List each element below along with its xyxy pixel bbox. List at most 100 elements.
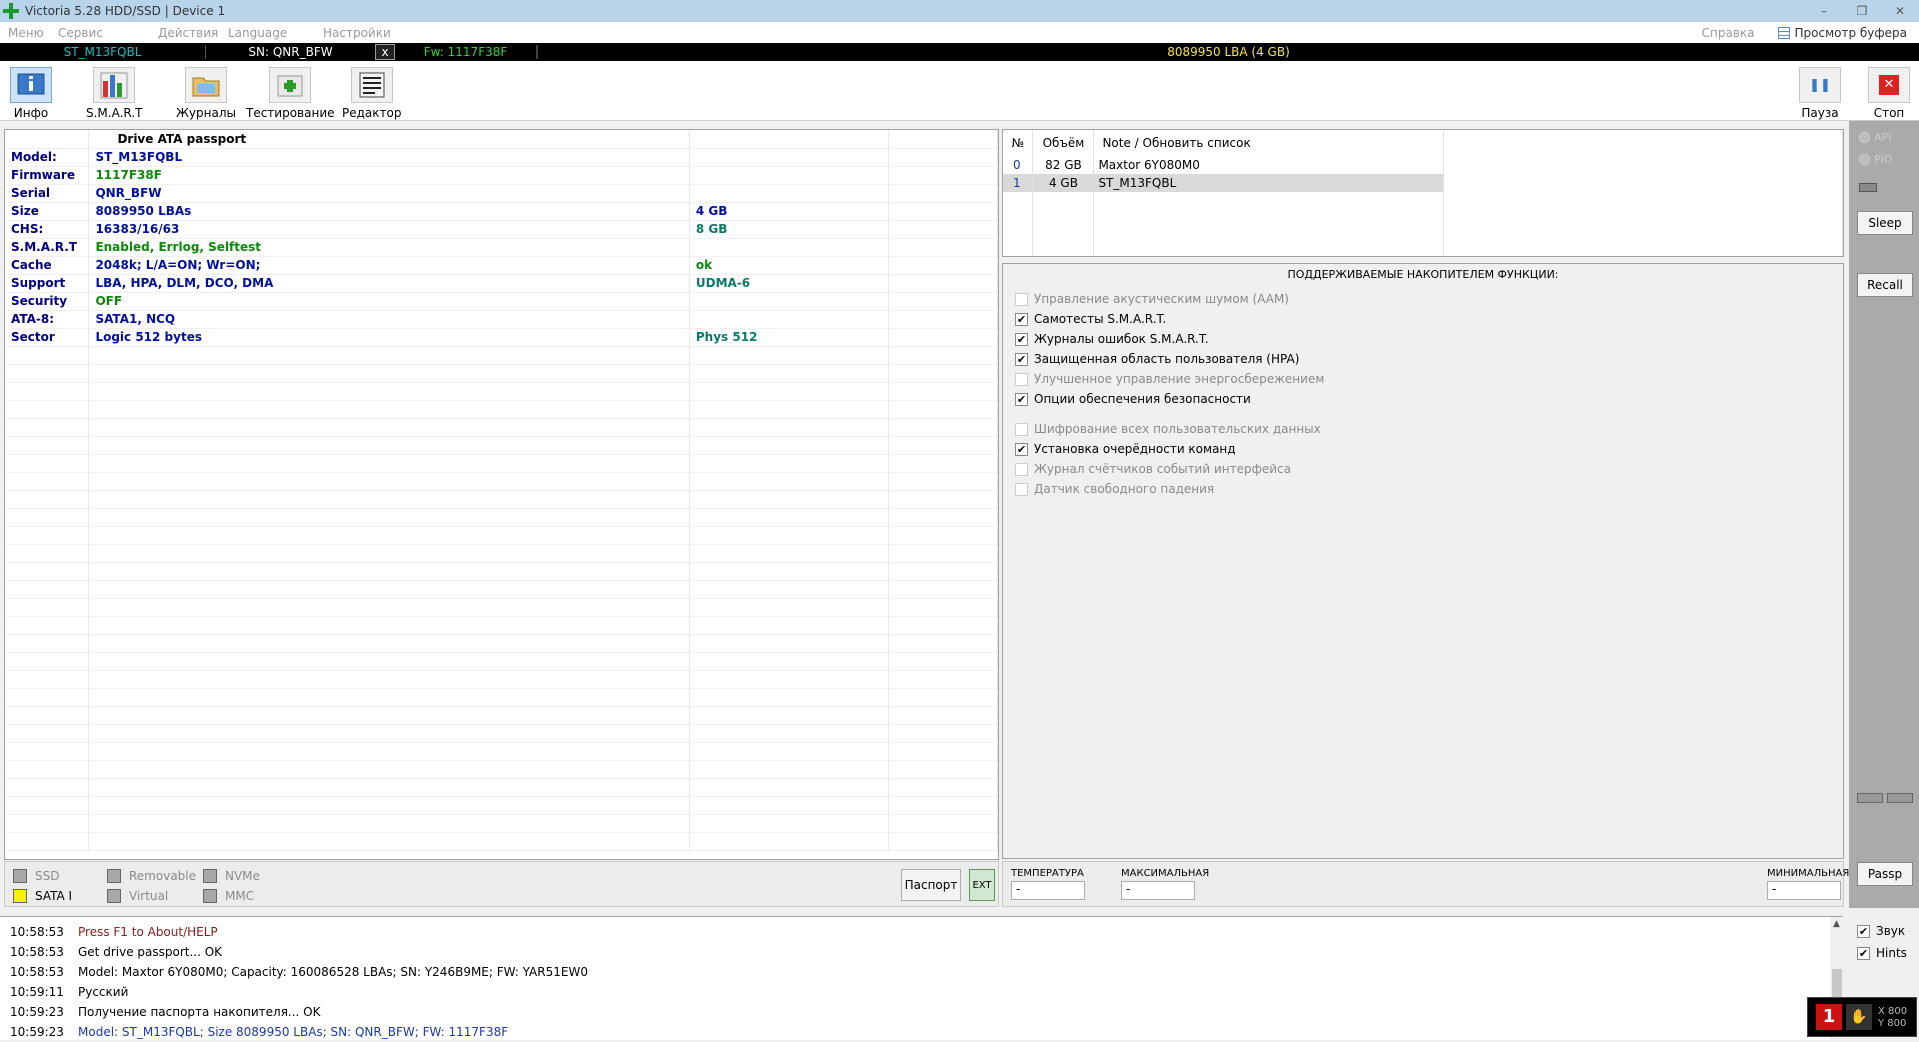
- menu-item-language[interactable]: Language: [220, 26, 315, 40]
- passport-button[interactable]: Паспорт: [901, 869, 961, 901]
- function-checkbox[interactable]: ✔ Журналы ошибок S.M.A.R.T.: [1003, 329, 1843, 349]
- col-header-num[interactable]: №: [1003, 130, 1034, 156]
- flag-indicator: [203, 869, 217, 883]
- first-aid-icon: [269, 67, 312, 103]
- tab-editor[interactable]: Редактор: [342, 67, 401, 120]
- pause-label: Пауза: [1801, 106, 1839, 120]
- hints-checkbox[interactable]: ✔ Hints: [1857, 946, 1907, 960]
- passport-label: S.M.A.R.T: [5, 238, 90, 257]
- window-title: Victoria 5.28 HDD/SSD | Device 1: [25, 4, 226, 18]
- passport-label: Size: [5, 202, 90, 221]
- passport-extra: UDMA-6: [689, 274, 889, 293]
- smart-icon: [93, 67, 136, 103]
- col-header-size[interactable]: Объём: [1032, 130, 1095, 156]
- buffer-view-button[interactable]: Просмотр буфера: [1766, 26, 1919, 40]
- menu-item-settings[interactable]: Настройки: [315, 26, 391, 40]
- passport-row: Model: ST_M13FQBL: [5, 148, 998, 167]
- temperature-label: ТЕМПЕРАТУРА: [1011, 868, 1084, 879]
- log-text: Русский: [78, 985, 129, 999]
- slider-right[interactable]: [1887, 793, 1913, 803]
- passport-value: OFF: [88, 292, 690, 311]
- log-time: 10:58:53: [10, 925, 64, 939]
- passport-row: Security OFF: [5, 292, 998, 311]
- title-bar: Victoria 5.28 HDD/SSD | Device 1 – ❐ ✕: [0, 0, 1919, 22]
- sound-label: Звук: [1876, 924, 1906, 938]
- tab-logs[interactable]: Журналы: [176, 67, 236, 120]
- sleep-button[interactable]: Sleep: [1857, 211, 1913, 235]
- stop-button[interactable]: ✕ Стоп: [1868, 67, 1910, 120]
- log-time: 10:58:53: [10, 945, 64, 959]
- checkbox-box: [1015, 292, 1028, 306]
- flag-removable-label: Removable: [129, 869, 197, 883]
- minimize-button[interactable]: –: [1805, 0, 1843, 22]
- function-checkbox[interactable]: Датчик свободного падения: [1003, 479, 1843, 499]
- menu-item-service[interactable]: Сервис: [50, 26, 160, 40]
- drive-size: 8089950 LBA (4 GB): [536, 45, 1919, 59]
- drive-row[interactable]: 0 82 GB Maxtor 6Y080M0: [1003, 156, 1843, 174]
- function-label: Управление акустическим шумом (AAM): [1034, 292, 1289, 306]
- pio-radio[interactable]: PIO: [1859, 153, 1893, 166]
- flag-sata-label: SATA I: [35, 889, 73, 903]
- passport-extra: [689, 148, 889, 167]
- tab-editor-label: Редактор: [342, 106, 402, 120]
- scroll-thumb[interactable]: [1832, 969, 1842, 999]
- tab-testing[interactable]: Тестирование: [246, 67, 335, 120]
- function-checkbox[interactable]: ✔ Опции обеспечения безопасности: [1003, 389, 1843, 409]
- sound-checkbox[interactable]: ✔ Звук: [1857, 924, 1905, 938]
- close-button[interactable]: ✕: [1881, 0, 1919, 22]
- api-radio-label: API: [1874, 131, 1892, 144]
- checkbox-box: ✔: [1015, 392, 1028, 406]
- flag-sata: SATA I: [13, 889, 72, 903]
- overlay-widget[interactable]: 1 ✋ X 800 Y 800: [1807, 997, 1917, 1037]
- pause-button[interactable]: ❚❚ Пауза: [1799, 67, 1841, 120]
- flag-nvme-label: NVMe: [225, 869, 260, 883]
- function-checkbox[interactable]: Управление акустическим шумом (AAM): [1003, 289, 1843, 309]
- function-checkbox[interactable]: ✔ Самотесты S.M.A.R.T.: [1003, 309, 1843, 329]
- drive-row[interactable]: 1 4 GB ST_M13FQBL: [1003, 174, 1843, 192]
- x-coordinate: X 800: [1878, 1006, 1908, 1017]
- passport-value: 2048k; L/A=ON; Wr=ON;: [88, 256, 690, 275]
- maximize-button[interactable]: ❐: [1843, 0, 1881, 22]
- passp-button[interactable]: Passp: [1857, 862, 1913, 886]
- options-panel: ✔ Звук ✔ Hints: [1849, 916, 1919, 996]
- recall-button[interactable]: Recall: [1857, 273, 1913, 297]
- indicator-led: [1859, 183, 1877, 192]
- folder-icon: [185, 67, 227, 103]
- min-temperature-label: МИНИМАЛЬНАЯ: [1767, 868, 1850, 879]
- passport-value: ST_M13FQBL: [88, 148, 690, 167]
- tab-info[interactable]: Инфо: [10, 67, 52, 120]
- scroll-up-icon[interactable]: ▲: [1833, 919, 1840, 929]
- ext-button[interactable]: EXT: [969, 869, 995, 901]
- passport-label: Support: [5, 274, 90, 293]
- temperature-panel: ТЕМПЕРАТУРА - МАКСИМАЛЬНАЯ - МИНИМАЛЬНАЯ…: [1002, 861, 1849, 907]
- log-entry: 10:59:23 Получение паспорта накопителя...…: [10, 1005, 320, 1019]
- functions-header: ПОДДЕРЖИВАЕМЫЕ НАКОПИТЕЛЕМ ФУНКЦИИ:: [1287, 268, 1559, 281]
- drive-note: ST_M13FQBL: [1093, 174, 1444, 192]
- passport-label: Serial: [5, 184, 90, 203]
- function-checkbox[interactable]: ✔ Защищенная область пользователя (HPA): [1003, 349, 1843, 369]
- function-checkbox[interactable]: Улучшенное управление энергосбережением: [1003, 369, 1843, 389]
- checkbox-box: ✔: [1015, 312, 1028, 326]
- log-text: Press F1 to About/HELP: [78, 925, 218, 939]
- function-checkbox[interactable]: ✔ Установка очерёдности команд: [1003, 439, 1843, 459]
- stop-icon: ✕: [1868, 67, 1910, 103]
- passport-row: Sector Logic 512 bytes Phys 512: [5, 328, 998, 347]
- tab-smart[interactable]: S.M.A.R.T: [86, 67, 142, 120]
- max-temperature-label: МАКСИМАЛЬНАЯ: [1121, 868, 1210, 879]
- function-checkbox[interactable]: Шифрование всех пользовательских данных: [1003, 419, 1843, 439]
- flag-mmc: MMC: [203, 889, 254, 903]
- api-radio[interactable]: API: [1859, 131, 1891, 144]
- menu-item-help[interactable]: Справка: [1690, 26, 1767, 40]
- flag-removable: Removable: [107, 869, 196, 883]
- col-header-note[interactable]: Note / Обновить список: [1093, 130, 1444, 156]
- function-checkbox[interactable]: Журнал счётчиков событий интерфейса: [1003, 459, 1843, 479]
- drive-num: 0: [1003, 156, 1034, 174]
- log-time: 10:59:23: [10, 1005, 64, 1019]
- list-icon: [1778, 26, 1791, 39]
- toolbar: Инфо S.M.A.R.T Журналы Тестирование Реда…: [0, 61, 1919, 121]
- menu-item-menu[interactable]: Меню: [0, 26, 50, 40]
- close-drive-button[interactable]: x: [375, 44, 395, 60]
- slider-left[interactable]: [1857, 793, 1883, 803]
- checkbox-box: ✔: [1015, 332, 1028, 346]
- log-entry: 10:58:53 Model: Maxtor 6Y080M0; Capacity:…: [10, 965, 588, 979]
